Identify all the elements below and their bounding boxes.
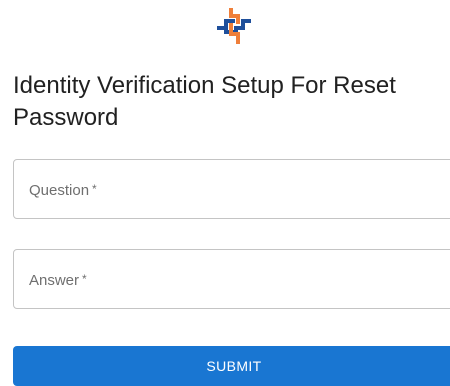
brand-logo-icon — [214, 6, 254, 46]
page-title: Identity Verification Setup For Reset Pa… — [13, 72, 396, 131]
submit-button[interactable]: SUBMIT — [13, 346, 450, 386]
question-field[interactable]: Question * — [13, 159, 450, 219]
answer-field[interactable]: Answer * — [13, 249, 450, 309]
required-marker: * — [82, 272, 87, 286]
answer-label: Answer * — [29, 272, 87, 289]
required-marker: * — [92, 182, 97, 196]
question-label: Question * — [29, 182, 97, 199]
